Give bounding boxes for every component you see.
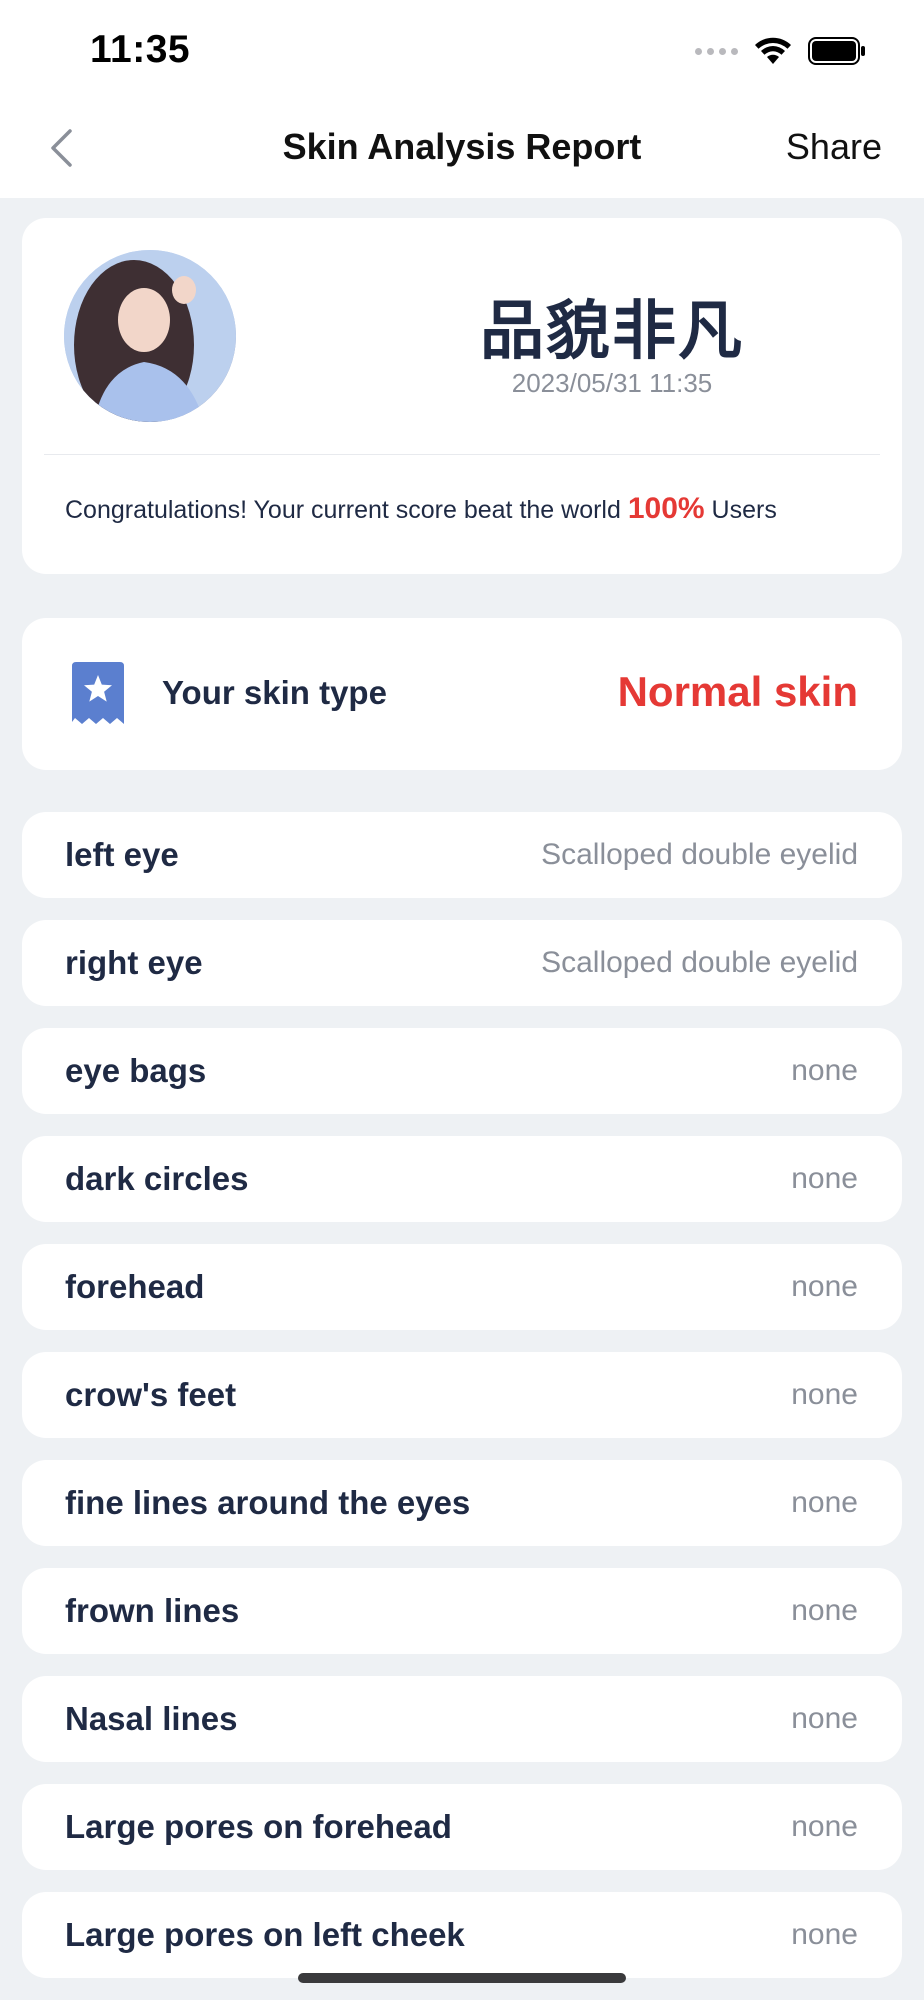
status-time: 11:35 (90, 28, 191, 71)
attribute-label: frown lines (65, 1592, 240, 1629)
attribute-value: none (791, 1486, 858, 1519)
attribute-label: Nasal lines (65, 1700, 238, 1737)
skin-type-card: Your skin type Normal skin (22, 618, 902, 770)
attribute-label: eye bags (65, 1052, 207, 1089)
attribute-row-left-eye: left eye Scalloped double eyelid (22, 812, 902, 898)
attribute-value: none (791, 1702, 858, 1735)
attribute-value: Scalloped double eyelid (541, 946, 858, 979)
divider (44, 454, 880, 455)
attribute-label: crow's feet (65, 1376, 237, 1413)
ribbon-star-icon (72, 662, 124, 724)
attribute-row-nasal-lines: Nasal lines none (22, 1676, 902, 1762)
cellular-signal-icon (695, 47, 738, 55)
attribute-value: Scalloped double eyelid (541, 838, 858, 871)
attribute-value: none (791, 1810, 858, 1843)
avatar-image (64, 250, 236, 422)
skin-type-label: Your skin type (162, 674, 387, 711)
attribute-value: none (791, 1918, 858, 1951)
home-indicator[interactable] (298, 1973, 626, 1983)
wifi-icon (755, 37, 791, 64)
attribute-row-fine-lines-eyes: fine lines around the eyes none (22, 1460, 902, 1546)
attribute-label: dark circles (65, 1160, 249, 1197)
attribute-row-forehead: forehead none (22, 1244, 902, 1330)
attribute-label: Large pores on forehead (65, 1808, 452, 1845)
avatar (64, 250, 236, 422)
status-icons (695, 34, 866, 68)
skin-type-value: Normal skin (617, 668, 858, 715)
nav-bar: Skin Analysis Report Share (0, 98, 924, 198)
attribute-row-frown-lines: frown lines none (22, 1568, 902, 1654)
attribute-row-pores-left-cheek: Large pores on left cheek none (22, 1892, 902, 1978)
attribute-label: left eye (65, 836, 179, 873)
profile-name: 品貌非凡 (480, 295, 744, 369)
attribute-value: none (791, 1270, 858, 1303)
attribute-row-dark-circles: dark circles none (22, 1136, 902, 1222)
attribute-value: none (791, 1378, 858, 1411)
report-date: 2023/05/31 11:35 (511, 368, 713, 398)
attribute-label: forehead (65, 1268, 205, 1305)
attribute-label: right eye (65, 944, 203, 981)
attribute-row-right-eye: right eye Scalloped double eyelid (22, 920, 902, 1006)
attribute-label: Large pores on left cheek (65, 1916, 465, 1953)
attribute-row-eye-bags: eye bags none (22, 1028, 902, 1114)
battery-icon (808, 37, 865, 65)
status-bar: 11:35 (0, 0, 924, 98)
share-button[interactable]: Share (786, 126, 882, 168)
attribute-value: none (791, 1594, 858, 1627)
attribute-row-crows-feet: crow's feet none (22, 1352, 902, 1438)
attribute-label: fine lines around the eyes (65, 1484, 471, 1521)
congrats-suffix: Users (711, 496, 777, 524)
profile-card: 品貌非凡 2023/05/31 11:35 Congratulations! Y… (22, 218, 902, 574)
attribute-value: none (791, 1162, 858, 1195)
congrats-prefix: Congratulations! Your current score beat… (65, 496, 621, 524)
score-congrats-text: Congratulations! Your current score beat… (65, 492, 872, 526)
attribute-row-pores-forehead: Large pores on forehead none (22, 1784, 902, 1870)
score-percentile: 100% (627, 492, 705, 525)
attribute-value: none (791, 1054, 858, 1087)
